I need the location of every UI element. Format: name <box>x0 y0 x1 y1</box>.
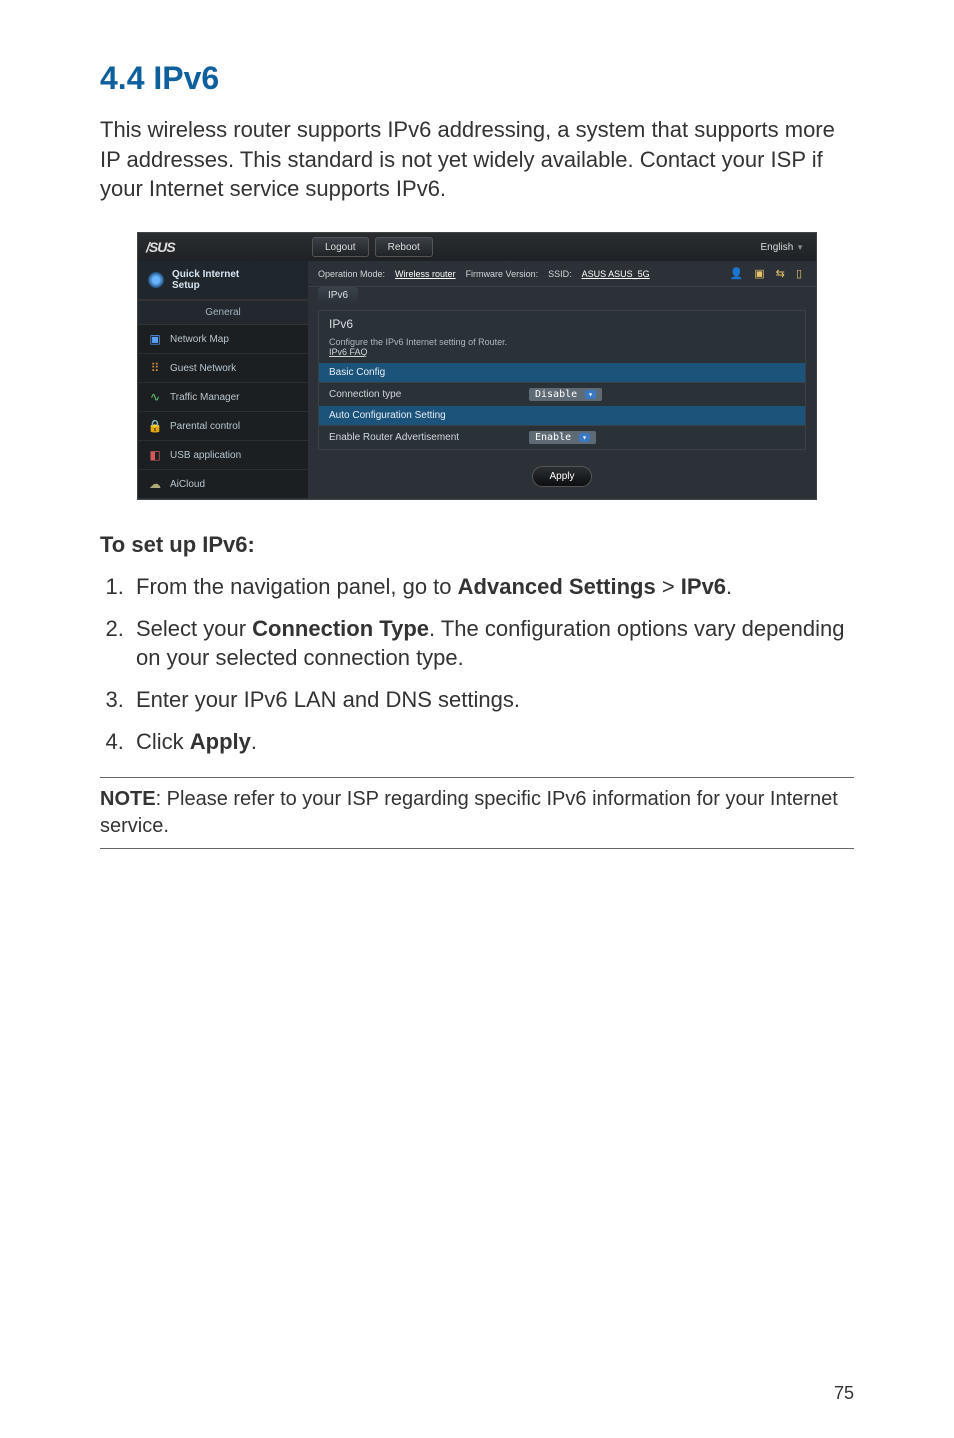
status-bar: Operation Mode: Wireless router Firmware… <box>308 261 816 287</box>
guest-network-icon: ⠿ <box>148 361 162 375</box>
sidebar-item-label: Traffic Manager <box>170 392 239 403</box>
apply-area: Apply <box>308 458 816 495</box>
parental-control-icon: 🔒 <box>148 419 162 433</box>
main-content: Operation Mode: Wireless router Firmware… <box>308 261 816 499</box>
status-icons: 👤 ▣ ⇆ ▯ <box>729 267 806 280</box>
sidebar-item-parental-control[interactable]: 🔒 Parental control <box>138 412 308 441</box>
quick-internet-setup[interactable]: Quick Internet Setup <box>138 261 308 300</box>
section-heading: 4.4 IPv6 <box>100 60 854 97</box>
apply-button[interactable]: Apply <box>532 466 591 487</box>
sidebar-item-label: Guest Network <box>170 363 236 374</box>
network-map-icon: ▣ <box>148 332 162 346</box>
logout-button[interactable]: Logout <box>312 237 369 257</box>
op-mode-value[interactable]: Wireless router <box>395 269 456 279</box>
section-basic-config: Basic Config <box>319 363 805 382</box>
step-1: From the navigation panel, go to Advance… <box>130 572 854 602</box>
firmware-label: Firmware Version: <box>466 269 539 279</box>
enable-ra-select[interactable]: Enable▾ <box>529 431 596 444</box>
ipv6-faq-link[interactable]: IPv6 FAQ <box>329 347 368 357</box>
language-select[interactable]: English ▼ <box>760 242 808 253</box>
note-box: NOTE: Please refer to your ISP regarding… <box>100 777 854 849</box>
sidebar-item-usb-application[interactable]: ◧ USB application <box>138 441 308 470</box>
panel-subtext: Configure the IPv6 Internet setting of R… <box>319 337 805 363</box>
step-2: Select your Connection Type. The configu… <box>130 614 854 673</box>
usb-application-icon: ◧ <box>148 448 162 462</box>
panel-title: IPv6 <box>319 311 805 337</box>
topbar: /SUS Logout Reboot English ▼ <box>138 233 816 261</box>
traffic-manager-icon: ∿ <box>148 390 162 404</box>
sidebar-section-general: General <box>138 300 308 325</box>
step-3: Enter your IPv6 LAN and DNS settings. <box>130 685 854 715</box>
ssid-value[interactable]: ASUS ASUS_5G <box>582 269 650 279</box>
intro-paragraph: This wireless router supports IPv6 addre… <box>100 115 854 204</box>
sidebar-item-guest-network[interactable]: ⠿ Guest Network <box>138 354 308 383</box>
sidebar-item-label: USB application <box>170 450 241 461</box>
sidebar-item-traffic-manager[interactable]: ∿ Traffic Manager <box>138 383 308 412</box>
brand-logo: /SUS <box>146 239 306 255</box>
router-ui-screenshot: /SUS Logout Reboot English ▼ Quick Inter… <box>137 232 817 500</box>
sidebar-item-aicloud[interactable]: ☁ AiCloud <box>138 470 308 499</box>
sidebar-item-label: AiCloud <box>170 479 205 490</box>
aicloud-icon: ☁ <box>148 477 162 491</box>
step-4: Click Apply. <box>130 727 854 757</box>
page-number: 75 <box>834 1383 854 1404</box>
ipv6-panel: IPv6 Configure the IPv6 Internet setting… <box>318 310 806 450</box>
op-mode-label: Operation Mode: <box>318 269 385 279</box>
wizard-icon <box>148 272 164 288</box>
sidebar-item-label: Network Map <box>170 334 229 345</box>
sidebar-item-network-map[interactable]: ▣ Network Map <box>138 325 308 354</box>
section-auto-config: Auto Configuration Setting <box>319 406 805 425</box>
connection-type-select[interactable]: Disable▾ <box>529 388 602 401</box>
reboot-button[interactable]: Reboot <box>375 237 433 257</box>
language-label: English <box>760 242 793 253</box>
enable-ra-label: Enable Router Advertisement <box>329 432 529 443</box>
chevron-down-icon: ▼ <box>796 243 804 252</box>
qis-label: Quick Internet Setup <box>172 269 239 291</box>
setup-subheading: To set up IPv6: <box>100 532 854 558</box>
setup-steps-list: From the navigation panel, go to Advance… <box>100 572 854 756</box>
sidebar: Quick Internet Setup General ▣ Network M… <box>138 261 308 499</box>
ssid-label: SSID: <box>548 269 572 279</box>
chevron-down-icon: ▾ <box>579 433 590 442</box>
sidebar-item-label: Parental control <box>170 421 240 432</box>
tab-ipv6[interactable]: IPv6 <box>318 287 358 304</box>
chevron-down-icon: ▾ <box>585 390 596 399</box>
connection-type-label: Connection type <box>329 389 529 400</box>
row-connection-type: Connection type Disable▾ <box>319 382 805 406</box>
row-enable-ra: Enable Router Advertisement Enable▾ <box>319 425 805 449</box>
